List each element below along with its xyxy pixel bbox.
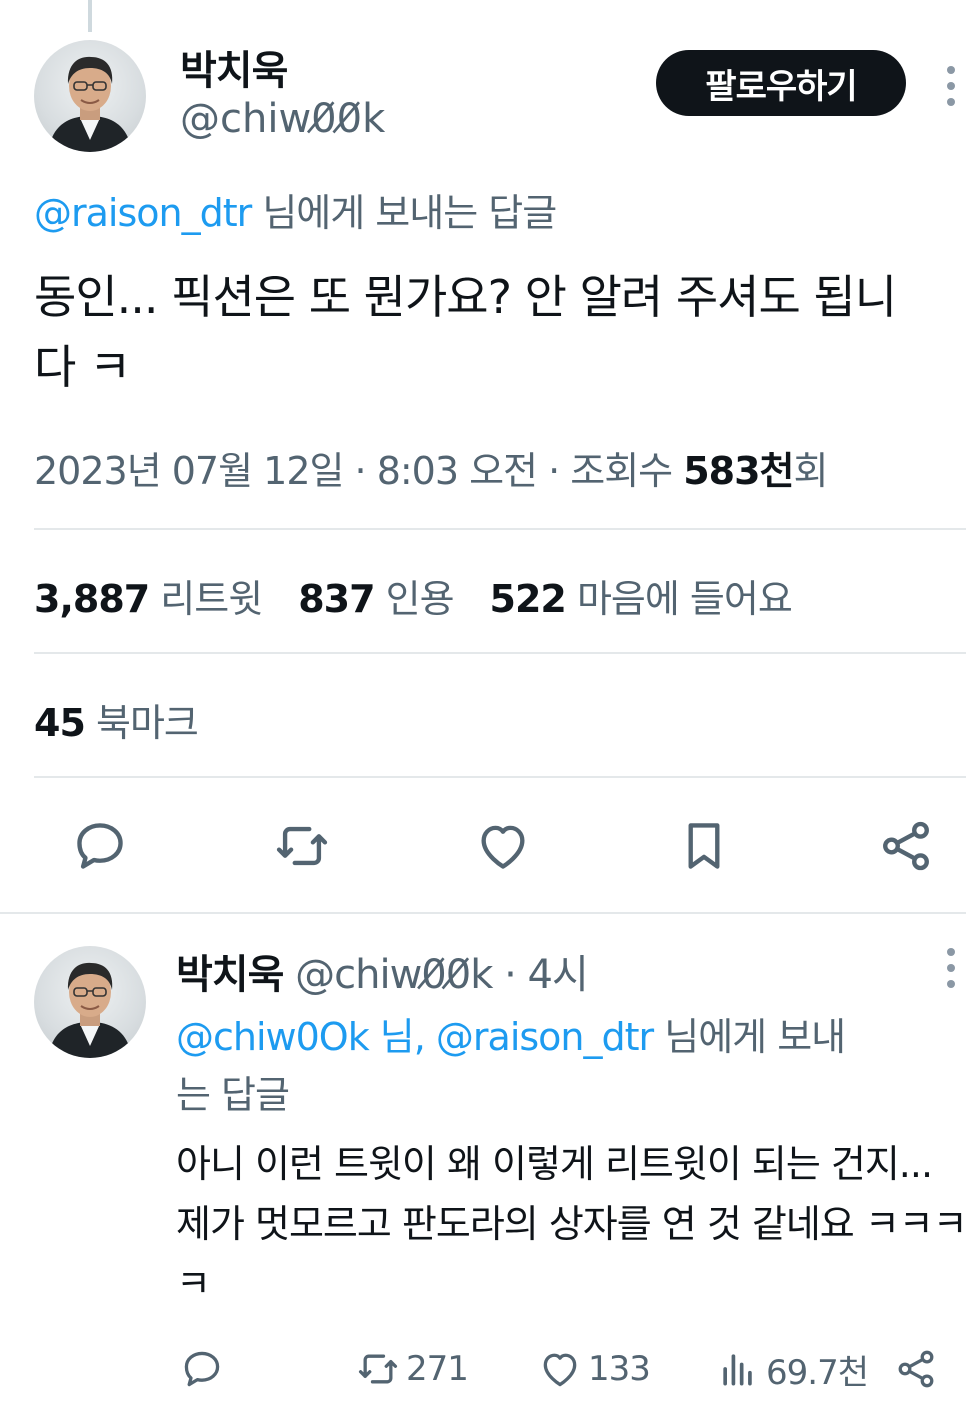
section-divider — [0, 912, 966, 914]
view-count: 583천 — [683, 449, 794, 493]
avatar-photo-icon — [48, 56, 132, 152]
quote-count: 837 — [298, 577, 375, 621]
quote-label: 인용 — [385, 577, 455, 621]
reply-retweet-button[interactable]: 271 — [356, 1344, 469, 1394]
reply-mention-1[interactable]: @chiw0Ok 님, — [176, 1015, 436, 1059]
reply-text: 아니 이런 트윗이 왜 이렇게 리트윗이 되는 건지... 제가 멋모르고 판도… — [176, 1142, 966, 1306]
reply-views-button[interactable]: 69.7천 — [716, 1344, 869, 1394]
author-name[interactable]: 박치욱 — [180, 38, 288, 96]
reply-to-suffix: 님에게 보내는 답글 — [251, 191, 557, 235]
tweet-text: 동인... 픽션은 또 뭔가요? 안 알려 주셔도 됩니다 ㅋ — [34, 270, 897, 394]
reply-share-button[interactable] — [894, 1344, 938, 1394]
quote-stat[interactable]: 837 인용 — [298, 568, 455, 623]
reply-icon — [77, 823, 123, 869]
like-icon — [481, 825, 525, 869]
retweet-button[interactable] — [270, 814, 334, 878]
like-label: 마음에 들어요 — [576, 577, 793, 621]
reply-author-avatar[interactable] — [34, 946, 146, 1058]
tweet-meta: 2023년 07월 12일 · 8:03 오전 · 조회수 583천회 — [34, 440, 828, 495]
reply-view-count: 69.7천 — [766, 1352, 869, 1393]
author-handle[interactable]: @chiw0̸0̸k — [180, 96, 385, 142]
share-icon — [898, 1350, 934, 1388]
like-icon — [543, 1353, 577, 1387]
tweet-datetime[interactable]: 2023년 07월 12일 · 8:03 오전 · 조회수 — [34, 449, 683, 493]
reply-header: 박치욱 @chiw0̸0̸k · 4시 — [176, 942, 589, 1000]
divider — [34, 776, 966, 778]
bookmark-count: 45 — [34, 701, 86, 745]
bookmark-icon — [688, 823, 720, 869]
reply-author-name[interactable]: 박치욱 — [176, 952, 284, 998]
like-stat[interactable]: 522 마음에 들어요 — [489, 568, 793, 623]
avatar-photo-icon — [48, 962, 132, 1058]
more-options-icon[interactable] — [944, 66, 958, 106]
reply-to-mention[interactable]: @raison_dtr — [34, 191, 252, 235]
divider — [34, 652, 966, 654]
retweet-count: 3,887 — [34, 577, 150, 621]
author-avatar[interactable] — [34, 40, 146, 152]
reply-mention-2[interactable]: @raison_dtr — [436, 1015, 654, 1059]
follow-button[interactable]: 팔로우하기 — [656, 50, 906, 116]
bookmark-button[interactable] — [672, 814, 736, 878]
bookmark-label: 북마크 — [95, 701, 199, 745]
reply-handle-time[interactable]: @chiw0̸0̸k · 4시 — [283, 952, 589, 998]
retweet-icon — [276, 826, 328, 866]
view-suffix: 회 — [793, 449, 829, 493]
reply-icon — [184, 1351, 220, 1387]
bookmark-stat[interactable]: 45 북마크 — [34, 692, 199, 747]
tweet-stats: 3,887 리트윗 837 인용 522 마음에 들어요 — [34, 568, 793, 623]
thread-line — [88, 0, 92, 32]
share-icon — [883, 821, 929, 871]
retweet-icon — [358, 1354, 398, 1384]
like-button[interactable] — [471, 814, 535, 878]
views-icon — [723, 1354, 752, 1386]
reply-retweet-count: 271 — [406, 1349, 469, 1389]
retweet-label: 리트윗 — [160, 577, 263, 621]
reply-more-options-icon[interactable] — [944, 948, 958, 988]
reply-button[interactable] — [68, 814, 132, 878]
reply-to-line: @chiw0Ok 님, @raison_dtr 님에게 보내는 답글 — [176, 1008, 876, 1124]
divider — [34, 528, 966, 530]
reply-like-button[interactable]: 133 — [538, 1344, 651, 1394]
reply-to-line: @raison_dtr 님에게 보내는 답글 — [34, 182, 557, 237]
share-button[interactable] — [874, 814, 938, 878]
reply-reply-button[interactable] — [180, 1344, 224, 1394]
reply-like-count: 133 — [588, 1349, 651, 1389]
retweet-stat[interactable]: 3,887 리트윗 — [34, 568, 263, 623]
like-count: 522 — [489, 577, 567, 621]
